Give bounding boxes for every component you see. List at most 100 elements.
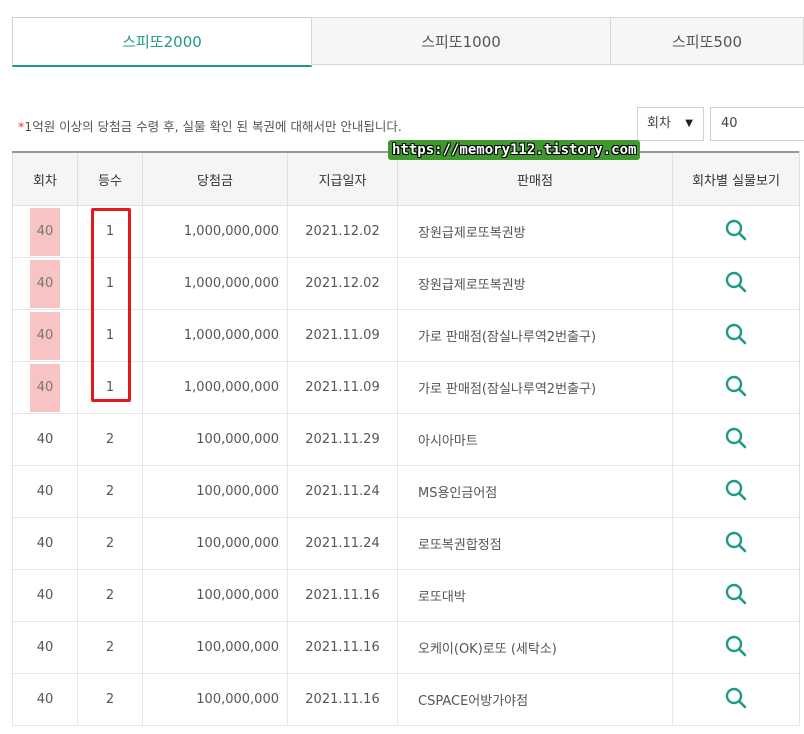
- cell-rank: 2: [77, 465, 143, 518]
- round-type-select-value: 회차: [647, 116, 671, 131]
- cell-view: [672, 309, 800, 362]
- cell-round: 40: [12, 361, 78, 414]
- round-value: 40: [36, 432, 54, 447]
- cell-date: 2021.11.09: [287, 361, 398, 414]
- round-value: 40: [36, 640, 54, 655]
- tab-speetto1000[interactable]: 스피또1000: [311, 17, 611, 65]
- cell-prize: 100,000,000: [142, 465, 288, 518]
- header-prize: 당첨금: [142, 151, 288, 206]
- round-highlight: 40: [30, 207, 60, 256]
- search-icon[interactable]: [724, 426, 748, 450]
- header-rank: 등수: [77, 151, 143, 206]
- round-highlight: 40: [30, 311, 60, 360]
- table-row: 40 2 100,000,000 2021.11.16 오케이(OK)로또 (세탁소): [12, 621, 800, 674]
- cell-round: 40: [12, 205, 78, 258]
- cell-view: [672, 361, 800, 414]
- table-row: 40 2 100,000,000 2021.11.16 CSPACE어방가야점: [12, 673, 800, 726]
- search-icon[interactable]: [724, 270, 748, 294]
- round-value: 40: [36, 484, 54, 499]
- cell-prize: 100,000,000: [142, 413, 288, 466]
- cell-view: [672, 205, 800, 258]
- cell-prize: 100,000,000: [142, 517, 288, 570]
- cell-view: [672, 413, 800, 466]
- table-row: 40 2 100,000,000 2021.11.24 MS용인금어점: [12, 465, 800, 518]
- cell-round: 40: [12, 257, 78, 310]
- tab-speetto500[interactable]: 스피또500: [610, 17, 804, 65]
- cell-date: 2021.12.02: [287, 205, 398, 258]
- cell-rank: 2: [77, 413, 143, 466]
- round-value: 40: [36, 536, 54, 551]
- cell-store: 오케이(OK)로또 (세탁소): [397, 621, 673, 674]
- cell-date: 2021.11.09: [287, 309, 398, 362]
- cell-rank: 2: [77, 517, 143, 570]
- cell-date: 2021.11.24: [287, 517, 398, 570]
- search-icon[interactable]: [724, 582, 748, 606]
- cell-round: 40: [12, 673, 78, 726]
- cell-store: 로또대박: [397, 569, 673, 622]
- cell-store: MS용인금어점: [397, 465, 673, 518]
- table-row: 40 2 100,000,000 2021.11.16 로또대박: [12, 569, 800, 622]
- cell-date: 2021.11.16: [287, 569, 398, 622]
- notice-text: *1억원 이상의 당첨금 수령 후, 실물 확인 된 복권에 대해서만 안내됩니…: [18, 116, 402, 135]
- header-store: 판매점: [397, 151, 673, 206]
- cell-rank: 2: [77, 569, 143, 622]
- cell-prize: 1,000,000,000: [142, 361, 288, 414]
- search-icon[interactable]: [724, 686, 748, 710]
- cell-round: 40: [12, 413, 78, 466]
- table-header-row: 회차 등수 당첨금 지급일자 판매점 회차별 실물보기: [12, 151, 800, 206]
- notice-message: 1억원 이상의 당첨금 수령 후, 실물 확인 된 복권에 대해서만 안내됩니다…: [24, 119, 402, 134]
- caret-down-icon: ▼: [685, 118, 693, 129]
- search-icon[interactable]: [724, 478, 748, 502]
- cell-date: 2021.12.02: [287, 257, 398, 310]
- header-date: 지급일자: [287, 151, 398, 206]
- round-highlight: 40: [30, 363, 60, 412]
- cell-store: 장원급제로또복권방: [397, 205, 673, 258]
- cell-prize: 100,000,000: [142, 673, 288, 726]
- round-value: 40: [36, 692, 54, 707]
- round-highlight: 40: [30, 259, 60, 308]
- round-value: 40: [36, 588, 54, 603]
- watermark-text: https://memory112.tistory.com: [388, 140, 641, 160]
- search-icon[interactable]: [724, 530, 748, 554]
- cell-date: 2021.11.29: [287, 413, 398, 466]
- round-type-select[interactable]: 회차 ▼: [637, 107, 704, 141]
- cell-prize: 1,000,000,000: [142, 205, 288, 258]
- tab-bar: 스피또2000 스피또1000 스피또500: [12, 17, 804, 67]
- search-icon[interactable]: [724, 634, 748, 658]
- cell-view: [672, 465, 800, 518]
- header-view: 회차별 실물보기: [672, 151, 800, 206]
- cell-round: 40: [12, 621, 78, 674]
- cell-view: [672, 621, 800, 674]
- cell-view: [672, 517, 800, 570]
- annotation-box: [91, 208, 131, 402]
- cell-prize: 1,000,000,000: [142, 257, 288, 310]
- search-icon[interactable]: [724, 218, 748, 242]
- round-number-input[interactable]: 40: [710, 107, 804, 141]
- cell-store: 로또복권합정점: [397, 517, 673, 570]
- cell-store: 아시아마트: [397, 413, 673, 466]
- table-row: 40 2 100,000,000 2021.11.24 로또복권합정점: [12, 517, 800, 570]
- cell-store: CSPACE어방가야점: [397, 673, 673, 726]
- cell-store: 가로 판매점(잠실나루역2번출구): [397, 309, 673, 362]
- table-right-edge: [799, 151, 804, 721]
- cell-rank: 2: [77, 621, 143, 674]
- search-icon[interactable]: [724, 322, 748, 346]
- cell-rank: 2: [77, 673, 143, 726]
- cell-round: 40: [12, 569, 78, 622]
- cell-view: [672, 569, 800, 622]
- cell-round: 40: [12, 517, 78, 570]
- cell-date: 2021.11.16: [287, 673, 398, 726]
- search-icon[interactable]: [724, 374, 748, 398]
- cell-store: 가로 판매점(잠실나루역2번출구): [397, 361, 673, 414]
- cell-view: [672, 257, 800, 310]
- cell-store: 장원급제로또복권방: [397, 257, 673, 310]
- cell-prize: 1,000,000,000: [142, 309, 288, 362]
- cell-date: 2021.11.16: [287, 621, 398, 674]
- cell-date: 2021.11.24: [287, 465, 398, 518]
- cell-view: [672, 673, 800, 726]
- cell-round: 40: [12, 465, 78, 518]
- tab-speetto2000[interactable]: 스피또2000: [12, 17, 312, 67]
- cell-prize: 100,000,000: [142, 569, 288, 622]
- table-row: 40 2 100,000,000 2021.11.29 아시아마트: [12, 413, 800, 466]
- cell-round: 40: [12, 309, 78, 362]
